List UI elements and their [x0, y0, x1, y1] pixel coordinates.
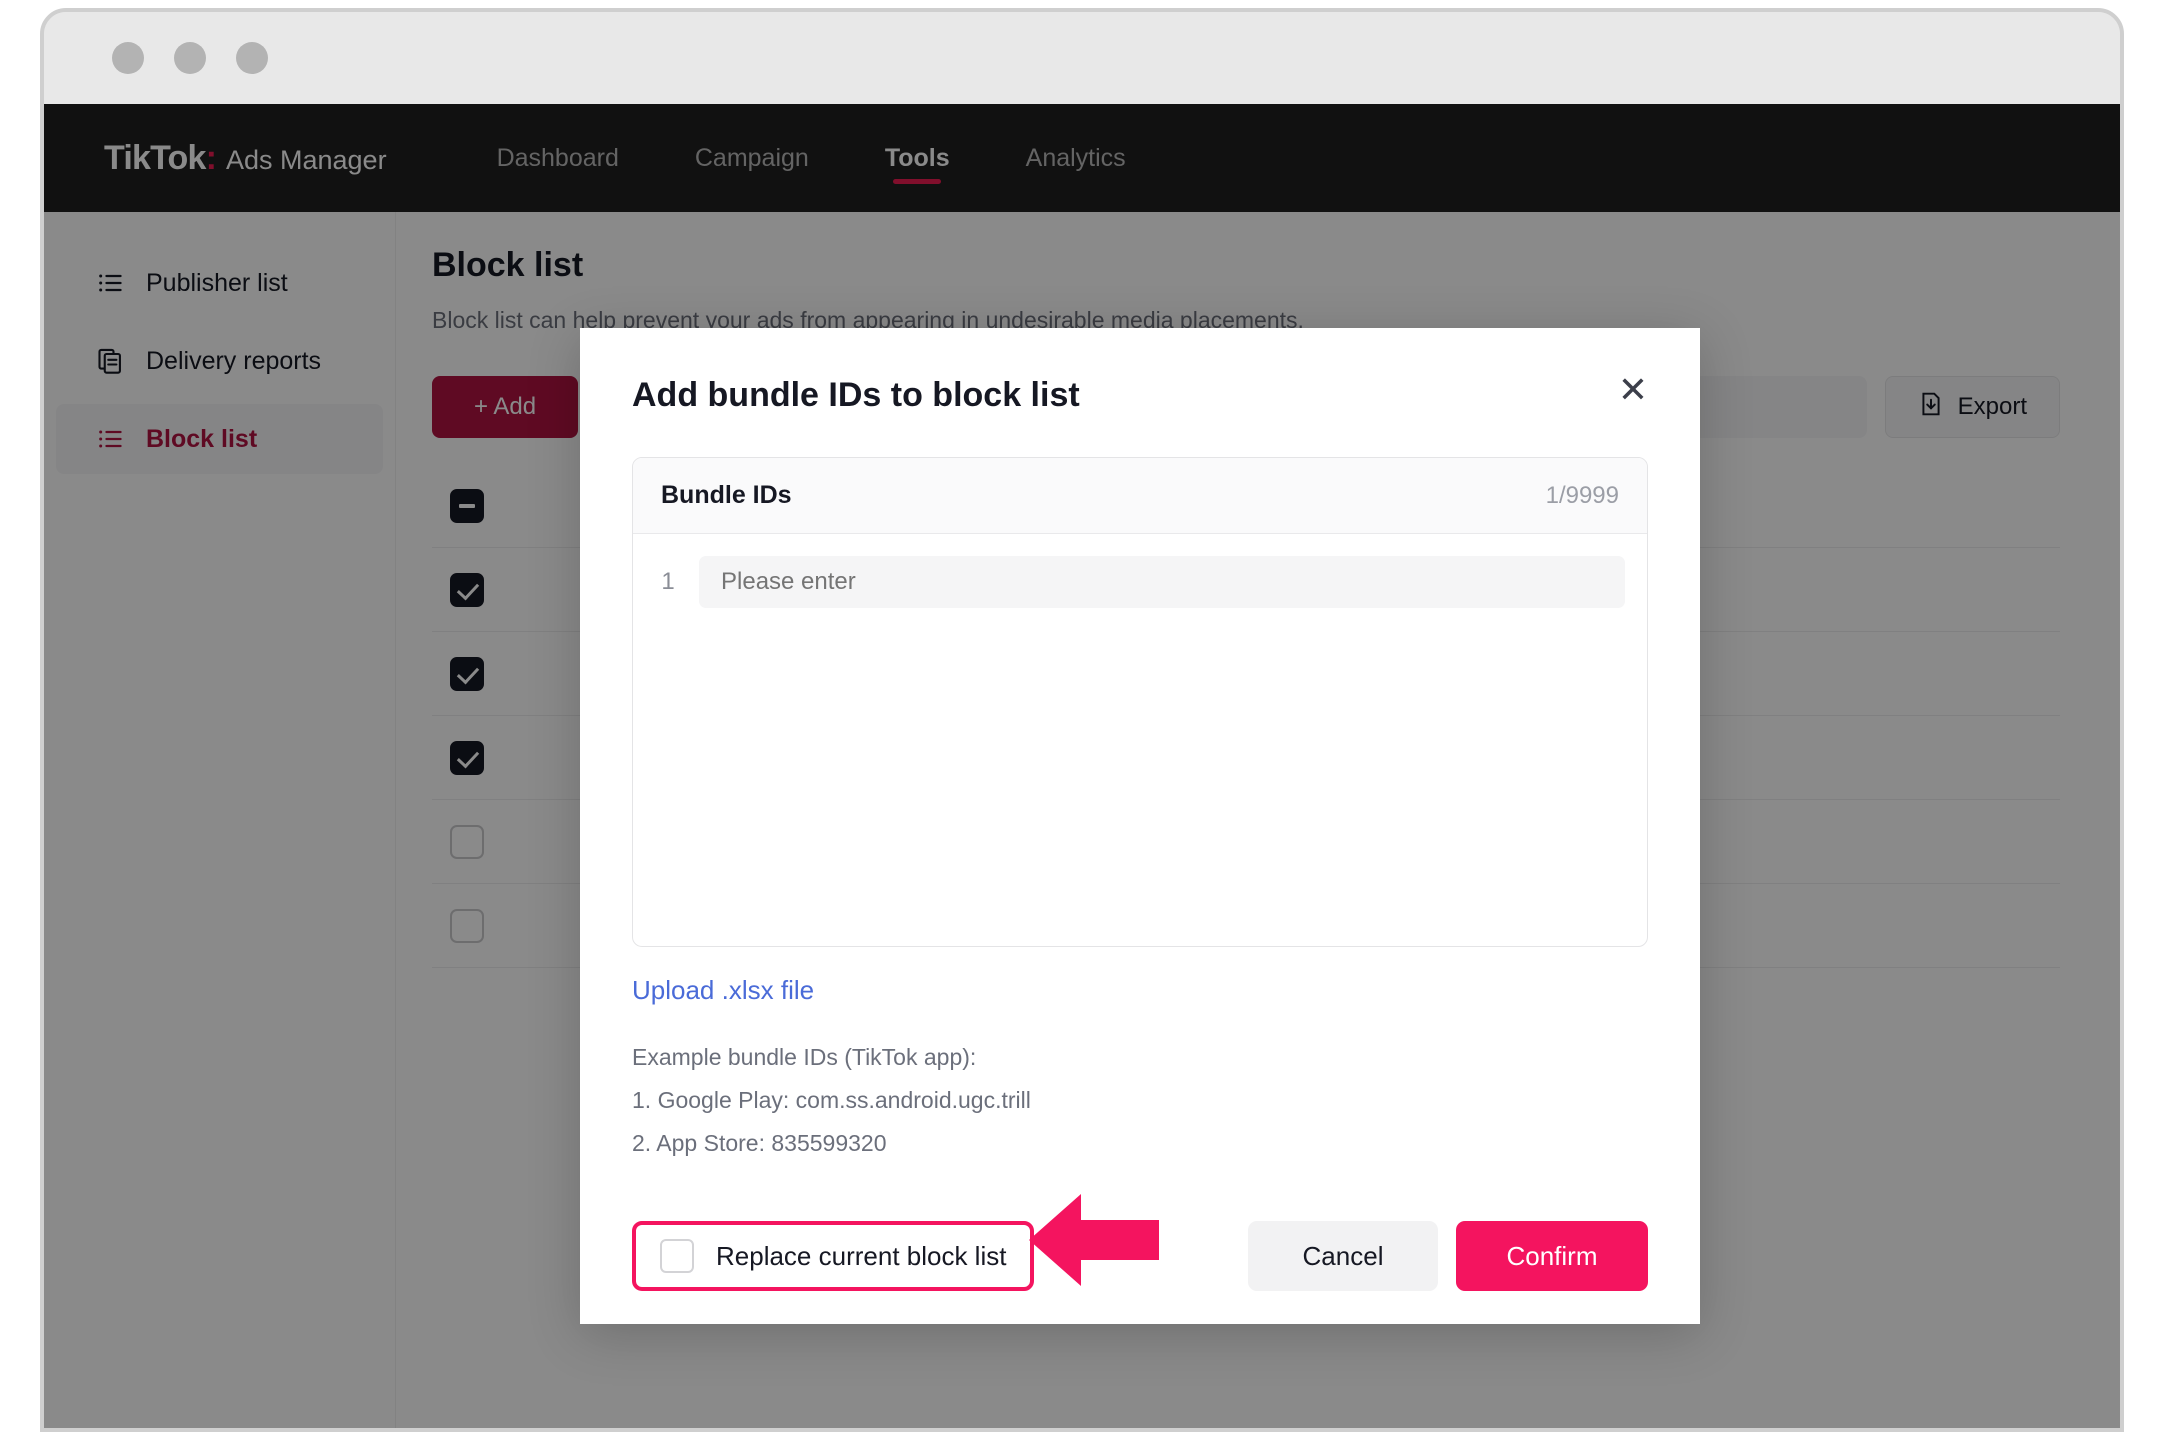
example-google-play: 1. Google Play: com.ss.android.ugc.trill	[632, 1087, 1031, 1113]
browser-window: TikTok: Ads Manager Dashboard Campaign To…	[40, 8, 2124, 1432]
example-app-store: 2. App Store: 835599320	[632, 1130, 887, 1156]
close-icon[interactable]: ✕	[1618, 372, 1648, 408]
add-bundle-ids-modal: Add bundle IDs to block list ✕ Bundle ID…	[580, 328, 1700, 1324]
annotation-arrow-icon	[1029, 1190, 1159, 1295]
example-heading: Example bundle IDs (TikTok app):	[632, 1044, 977, 1070]
modal-title: Add bundle IDs to block list	[632, 376, 1080, 414]
window-maximize-button[interactable]	[236, 42, 268, 74]
bundle-ids-label: Bundle IDs	[661, 481, 792, 509]
bundle-ids-panel-header: Bundle IDs 1/9999	[633, 458, 1647, 534]
replace-current-block-list-checkbox[interactable]	[660, 1239, 694, 1273]
bundle-id-input[interactable]	[699, 556, 1625, 608]
cancel-button[interactable]: Cancel	[1248, 1221, 1438, 1291]
window-close-button[interactable]	[112, 42, 144, 74]
replace-current-block-list-option[interactable]: Replace current block list	[632, 1221, 1035, 1291]
example-bundle-ids: Example bundle IDs (TikTok app): 1. Goog…	[632, 1036, 1700, 1165]
bundle-ids-counter: 1/9999	[1545, 481, 1619, 509]
bundle-id-row: 1	[633, 534, 1647, 608]
confirm-button[interactable]: Confirm	[1456, 1221, 1648, 1291]
bundle-id-row-number: 1	[661, 568, 675, 595]
modal-header: Add bundle IDs to block list ✕	[580, 328, 1700, 415]
window-minimize-button[interactable]	[174, 42, 206, 74]
bundle-ids-panel: Bundle IDs 1/9999 1	[632, 457, 1648, 947]
window-titlebar	[44, 12, 2120, 104]
replace-current-block-list-label: Replace current block list	[716, 1240, 1007, 1271]
upload-xlsx-link[interactable]: Upload .xlsx file	[632, 975, 814, 1006]
